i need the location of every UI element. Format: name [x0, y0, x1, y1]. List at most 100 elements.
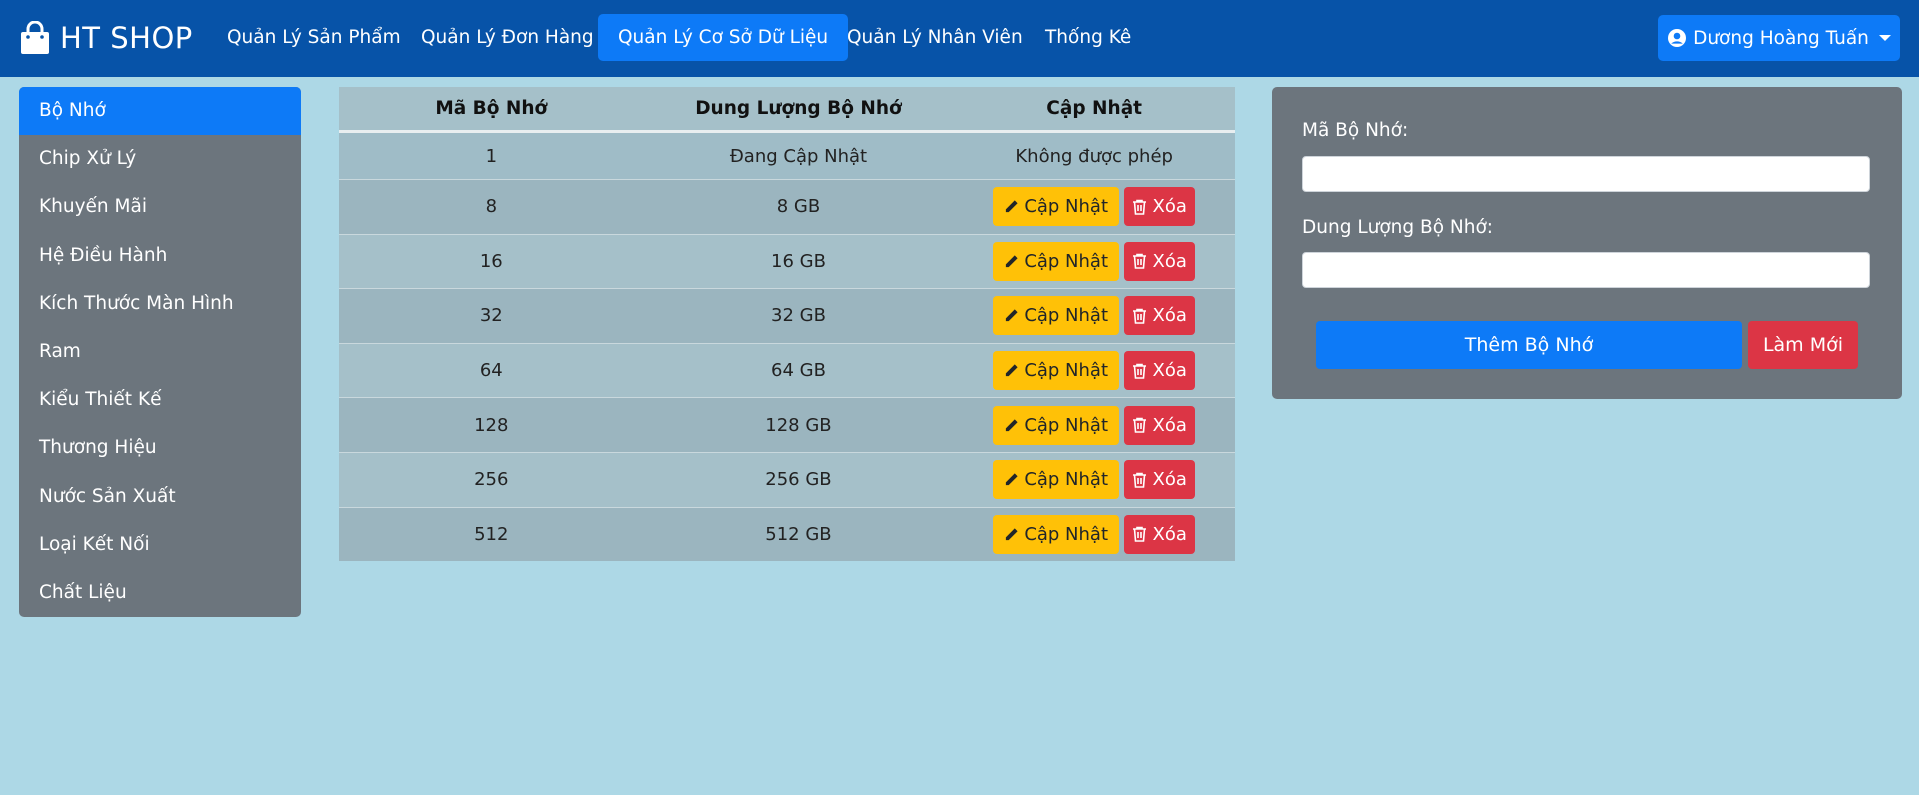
- trash-icon: [1133, 417, 1147, 433]
- delete-button[interactable]: Xóa: [1124, 187, 1196, 227]
- cell-actions: Cập Nhật Xóa: [953, 179, 1235, 235]
- delete-button-label: Xóa: [1152, 523, 1187, 545]
- memory-id-label: Mã Bộ Nhớ:: [1302, 120, 1409, 141]
- pencil-icon: [1006, 473, 1018, 486]
- cell-capacity: 64 GB: [643, 342, 954, 398]
- delete-button-label: Xóa: [1152, 250, 1187, 272]
- nav-statistics[interactable]: Thống Kê: [1025, 14, 1151, 61]
- brand-name: HT SHOP: [60, 21, 193, 55]
- sidebar-item-brand[interactable]: Thương Hiệu: [19, 424, 301, 472]
- update-button[interactable]: Cập Nhật: [993, 514, 1120, 554]
- delete-button[interactable]: Xóa: [1124, 351, 1196, 391]
- update-button[interactable]: Cập Nhật: [993, 296, 1120, 336]
- update-button[interactable]: Cập Nhật: [993, 405, 1120, 445]
- trash-icon: [1133, 254, 1147, 270]
- sidebar-item-promotion[interactable]: Khuyến Mãi: [19, 183, 301, 231]
- cell-id: 16: [339, 233, 644, 289]
- trash-icon: [1133, 527, 1147, 543]
- delete-button[interactable]: Xóa: [1124, 460, 1196, 500]
- pencil-icon: [1006, 255, 1018, 268]
- sidebar-item-os[interactable]: Hệ Điều Hành: [19, 232, 301, 280]
- memory-capacity-input[interactable]: [1302, 252, 1870, 288]
- trash-icon: [1133, 308, 1147, 324]
- column-header-capacity: Dung Lượng Bộ Nhớ: [643, 87, 954, 133]
- nav-order-management[interactable]: Quản Lý Đơn Hàng: [401, 14, 614, 61]
- nav-product-management[interactable]: Quản Lý Sản Phẩm: [207, 14, 421, 61]
- cell-capacity: 8 GB: [643, 179, 954, 235]
- update-button-label: Cập Nhật: [1024, 414, 1109, 436]
- table-row: 256 256 GB Cập Nhật Xóa: [339, 451, 1235, 508]
- table-row: 8 8 GB Cập Nhật Xóa: [339, 179, 1235, 235]
- cell-actions: Cập Nhật Xóa: [953, 506, 1235, 562]
- update-button[interactable]: Cập Nhật: [993, 241, 1120, 281]
- trash-icon: [1133, 472, 1147, 488]
- sidebar-item-processor[interactable]: Chip Xử Lý: [19, 135, 301, 183]
- sidebar-item-ram[interactable]: Ram: [19, 328, 301, 376]
- cell-capacity: 32 GB: [643, 288, 954, 344]
- update-button[interactable]: Cập Nhật: [993, 460, 1120, 500]
- delete-button[interactable]: Xóa: [1124, 405, 1196, 445]
- update-button[interactable]: Cập Nhật: [993, 351, 1120, 391]
- delete-button-label: Xóa: [1152, 360, 1187, 382]
- cell-capacity: Đang Cập Nhật: [643, 131, 954, 180]
- user-name: Dương Hoàng Tuấn: [1693, 27, 1869, 49]
- shopping-bag-icon: [21, 21, 49, 54]
- cell-id: 8: [339, 179, 644, 235]
- memory-table-container: Mã Bộ Nhớ Dung Lượng Bộ Nhớ Cập Nhật 1 Đ…: [339, 87, 1235, 562]
- pencil-icon: [1006, 419, 1018, 431]
- add-memory-button[interactable]: Thêm Bộ Nhớ: [1316, 321, 1742, 369]
- delete-button[interactable]: Xóa: [1124, 514, 1196, 554]
- cell-capacity: 16 GB: [643, 233, 954, 289]
- cell-id: 512: [339, 506, 644, 562]
- sidebar-item-material[interactable]: Chất Liệu: [19, 569, 301, 617]
- update-button-label: Cập Nhật: [1024, 469, 1109, 491]
- table-row: 128 128 GB Cập Nhật Xóa: [339, 397, 1235, 453]
- pencil-icon: [1006, 528, 1018, 540]
- sidebar-item-connection[interactable]: Loại Kết Nối: [19, 521, 301, 569]
- table-row: 64 64 GB Cập Nhật Xóa: [339, 342, 1235, 398]
- table-row: 1 Đang Cập Nhật Không được phép: [339, 131, 1235, 180]
- update-button[interactable]: Cập Nhật: [993, 187, 1120, 227]
- delete-button-label: Xóa: [1152, 414, 1187, 436]
- column-header-update: Cập Nhật: [953, 87, 1235, 133]
- user-circle-icon: [1668, 29, 1687, 47]
- delete-button-label: Xóa: [1152, 196, 1187, 218]
- update-button-label: Cập Nhật: [1024, 523, 1109, 545]
- update-button-label: Cập Nhật: [1024, 360, 1109, 382]
- cell-id: 64: [339, 342, 644, 398]
- sidebar-item-screen-size[interactable]: Kích Thước Màn Hình: [19, 280, 301, 328]
- sidebar: Bộ Nhớ Chip Xử Lý Khuyến Mãi Hệ Điều Hàn…: [19, 87, 301, 617]
- nav-database-management[interactable]: Quản Lý Cơ Sở Dữ Liệu: [598, 14, 849, 61]
- trash-icon: [1133, 363, 1147, 379]
- sidebar-item-memory[interactable]: Bộ Nhớ: [19, 87, 301, 136]
- user-menu-button[interactable]: Dương Hoàng Tuấn: [1658, 15, 1900, 61]
- reset-button[interactable]: Làm Mới: [1748, 321, 1858, 369]
- delete-button[interactable]: Xóa: [1124, 241, 1196, 281]
- cell-actions: Cập Nhật Xóa: [953, 342, 1235, 398]
- top-navbar: HT SHOP Quản Lý Sản Phẩm Quản Lý Đơn Hàn…: [0, 0, 1919, 77]
- table-header-row: Mã Bộ Nhớ Dung Lượng Bộ Nhớ Cập Nhật: [339, 87, 1235, 133]
- cell-actions: Cập Nhật Xóa: [953, 288, 1235, 344]
- sidebar-item-country[interactable]: Nước Sản Xuất: [19, 473, 301, 521]
- cell-capacity: 512 GB: [643, 506, 954, 562]
- pencil-icon: [1006, 364, 1018, 377]
- delete-button[interactable]: Xóa: [1124, 296, 1196, 336]
- delete-button-label: Xóa: [1152, 305, 1187, 327]
- cell-id: 32: [339, 288, 644, 344]
- table-row: 16 16 GB Cập Nhật Xóa: [339, 233, 1235, 289]
- pencil-icon: [1006, 200, 1018, 213]
- column-header-id: Mã Bộ Nhớ: [339, 87, 644, 133]
- nav-employee-management[interactable]: Quản Lý Nhân Viên: [827, 14, 1043, 61]
- brand[interactable]: HT SHOP: [19, 18, 193, 58]
- cell-id: 128: [339, 397, 644, 453]
- update-button-label: Cập Nhật: [1024, 305, 1109, 327]
- delete-button-label: Xóa: [1152, 469, 1187, 491]
- sidebar-item-design[interactable]: Kiểu Thiết Kế: [19, 376, 301, 424]
- memory-id-input[interactable]: [1302, 156, 1870, 192]
- update-button-label: Cập Nhật: [1024, 196, 1109, 218]
- cell-id: 256: [339, 451, 644, 508]
- cell-actions: Cập Nhật Xóa: [953, 451, 1235, 508]
- update-button-label: Cập Nhật: [1024, 250, 1109, 272]
- cell-actions: Cập Nhật Xóa: [953, 397, 1235, 453]
- cell-id: 1: [339, 131, 644, 180]
